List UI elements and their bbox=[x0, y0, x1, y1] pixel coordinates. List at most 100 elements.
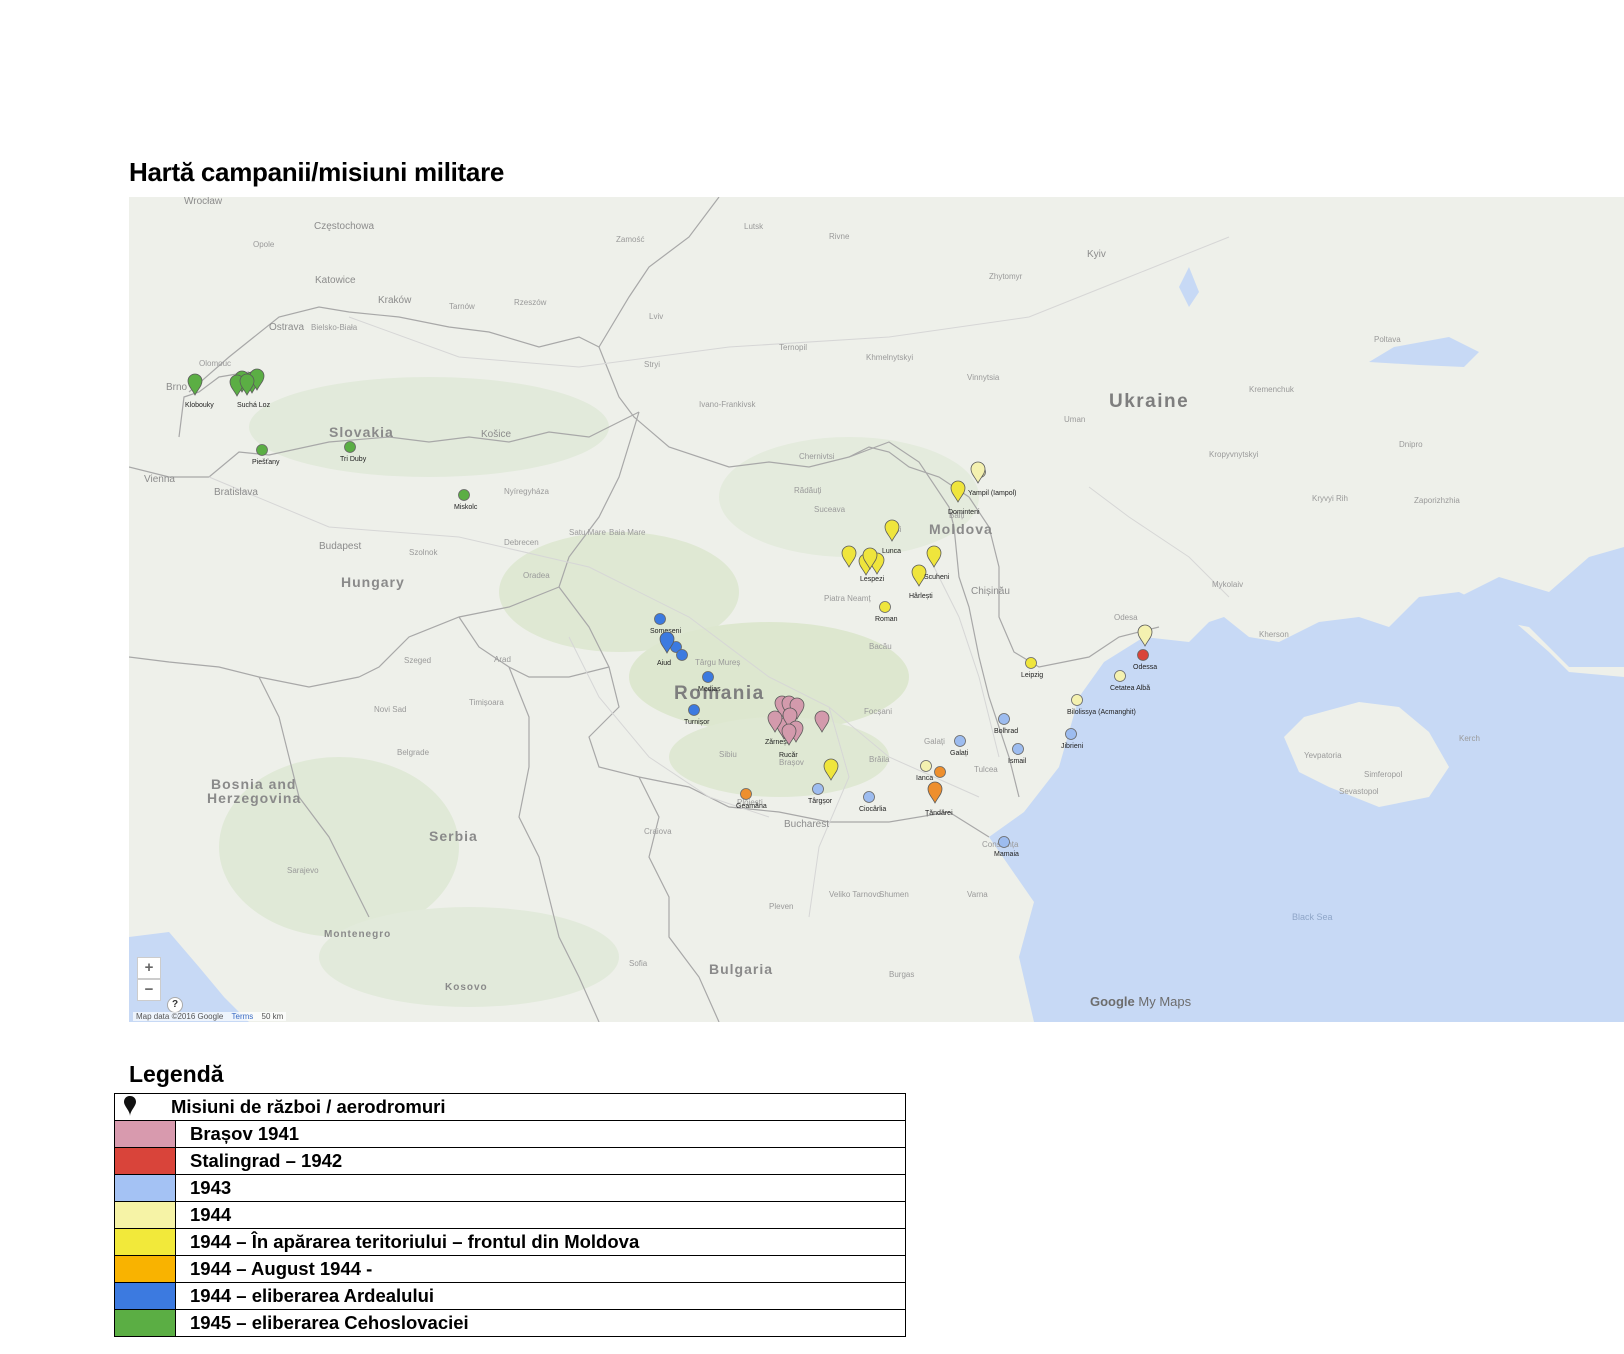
svg-text:Nyíregyháza: Nyíregyháza bbox=[504, 487, 549, 496]
pin-label: Bilolissya (Acmanghit) bbox=[1067, 709, 1136, 716]
svg-text:Ukraine: Ukraine bbox=[1109, 391, 1189, 412]
map-pin-icon bbox=[124, 1096, 136, 1116]
legend-label: 1943 bbox=[175, 1174, 906, 1202]
legend-swatch bbox=[114, 1309, 176, 1337]
map-pin-icon[interactable] bbox=[879, 601, 891, 613]
svg-text:Wrocław: Wrocław bbox=[184, 197, 223, 207]
legend-row: Brașov 1941 bbox=[114, 1120, 906, 1148]
legend-label: Stalingrad – 1942 bbox=[175, 1147, 906, 1175]
map-pin-icon[interactable] bbox=[1071, 694, 1083, 706]
map-pin-icon[interactable] bbox=[1012, 743, 1024, 755]
pin-label: Tri Duby bbox=[340, 456, 367, 463]
svg-text:Kerch: Kerch bbox=[1459, 734, 1480, 743]
pin-label: Mediaș bbox=[698, 686, 721, 693]
map-pin-icon[interactable] bbox=[863, 791, 875, 803]
terms-link[interactable]: Terms bbox=[232, 1012, 254, 1021]
map-pin-icon[interactable] bbox=[654, 613, 666, 625]
svg-text:Piatra Neamț: Piatra Neamț bbox=[824, 594, 871, 603]
svg-text:Sarajevo: Sarajevo bbox=[287, 866, 319, 875]
pin-label: Dominteni bbox=[948, 509, 980, 516]
svg-text:Simferopol: Simferopol bbox=[1364, 770, 1402, 779]
map-canvas[interactable]: Ukraine Slovakia Hungary Romania Moldova… bbox=[129, 197, 1624, 1022]
svg-text:Focșani: Focșani bbox=[864, 707, 892, 716]
map-pin-icon[interactable] bbox=[841, 545, 857, 568]
map-pin-icon[interactable] bbox=[676, 649, 688, 661]
svg-text:Sibiu: Sibiu bbox=[719, 750, 737, 759]
map-pin-icon[interactable] bbox=[688, 704, 700, 716]
svg-text:Olomouc: Olomouc bbox=[199, 359, 231, 368]
legend-row: 1943 bbox=[114, 1174, 906, 1202]
legend-label: Brașov 1941 bbox=[175, 1120, 906, 1148]
google-my-maps-logo: Google My Maps bbox=[1090, 994, 1191, 1009]
legend-label: 1944 – eliberarea Ardealului bbox=[175, 1282, 906, 1310]
legend-table: Misiuni de război / aerodromuri Brașov 1… bbox=[114, 1093, 906, 1337]
legend-swatch bbox=[114, 1255, 176, 1283]
svg-text:Bulgaria: Bulgaria bbox=[709, 961, 773, 977]
legend-label: 1944 bbox=[175, 1201, 906, 1229]
help-icon[interactable]: ? bbox=[167, 997, 183, 1013]
map-pin-icon[interactable] bbox=[998, 836, 1010, 848]
zoom-in-button[interactable]: + bbox=[137, 957, 161, 979]
map-pin-icon[interactable] bbox=[344, 441, 356, 453]
map-view[interactable]: Ukraine Slovakia Hungary Romania Moldova… bbox=[129, 197, 1624, 1022]
terrain-layer bbox=[219, 377, 979, 1007]
svg-text:Kropyvnytskyi: Kropyvnytskyi bbox=[1209, 450, 1259, 459]
map-pin-icon[interactable] bbox=[740, 788, 752, 800]
svg-text:Zaporizhzhia: Zaporizhzhia bbox=[1414, 496, 1460, 505]
svg-text:Lutsk: Lutsk bbox=[744, 222, 764, 231]
svg-text:Montenegro: Montenegro bbox=[324, 929, 391, 940]
pin-label: Suchá Loz bbox=[237, 402, 271, 409]
legend-row: 1944 bbox=[114, 1201, 906, 1229]
map-pin-icon[interactable] bbox=[702, 671, 714, 683]
pin-label: Cetatea Albă bbox=[1110, 685, 1150, 692]
legend-swatch bbox=[114, 1120, 176, 1148]
map-pin-icon[interactable] bbox=[934, 766, 946, 778]
svg-text:Satu Mare: Satu Mare bbox=[569, 528, 606, 537]
svg-text:Oradea: Oradea bbox=[523, 571, 550, 580]
svg-text:Suceava: Suceava bbox=[814, 505, 846, 514]
svg-text:Timișoara: Timișoara bbox=[469, 698, 504, 707]
svg-text:Košice: Košice bbox=[481, 429, 511, 440]
svg-text:Rivne: Rivne bbox=[829, 232, 850, 241]
svg-text:Shumen: Shumen bbox=[879, 890, 909, 899]
pin-label: Lunca bbox=[882, 548, 901, 555]
svg-text:Zhytomyr: Zhytomyr bbox=[989, 272, 1023, 281]
svg-text:Opole: Opole bbox=[253, 240, 275, 249]
map-pin-icon[interactable] bbox=[1114, 670, 1126, 682]
svg-text:Tarnów: Tarnów bbox=[449, 302, 475, 311]
legend-swatch bbox=[114, 1201, 176, 1229]
svg-text:Zamość: Zamość bbox=[616, 235, 644, 244]
pin-label: Leipzig bbox=[1021, 672, 1043, 679]
zoom-out-button[interactable]: − bbox=[137, 979, 161, 1001]
mymaps-wordmark: My Maps bbox=[1138, 994, 1192, 1009]
svg-text:Kremenchuk: Kremenchuk bbox=[1249, 385, 1295, 394]
legend-swatch bbox=[114, 1228, 176, 1256]
map-pin-icon[interactable] bbox=[256, 444, 268, 456]
pin-label: Turnișor bbox=[684, 719, 710, 726]
map-pin-icon[interactable] bbox=[926, 545, 942, 568]
legend-swatch bbox=[114, 1174, 176, 1202]
svg-text:Yevpatoria: Yevpatoria bbox=[1304, 751, 1342, 760]
legend-row: 1944 – eliberarea Ardealului bbox=[114, 1282, 906, 1310]
map-pin-icon[interactable] bbox=[927, 781, 943, 804]
map-pin-icon[interactable] bbox=[1025, 657, 1037, 669]
map-pin-icon[interactable] bbox=[812, 783, 824, 795]
map-pin-icon[interactable] bbox=[920, 760, 932, 772]
map-pin-icon[interactable] bbox=[458, 489, 470, 501]
svg-text:Târgu Mureș: Târgu Mureș bbox=[695, 658, 740, 667]
pin-label: Aiud bbox=[657, 660, 671, 667]
legend-header-cell: Misiuni de război / aerodromuri bbox=[114, 1093, 906, 1121]
legend-swatch bbox=[114, 1282, 176, 1310]
map-pin-icon[interactable] bbox=[1137, 649, 1149, 661]
svg-text:Debrecen: Debrecen bbox=[504, 538, 539, 547]
pin-label: Miskolc bbox=[454, 504, 478, 511]
map-pin-icon[interactable] bbox=[998, 713, 1010, 725]
svg-text:Brăila: Brăila bbox=[869, 755, 890, 764]
svg-text:Chernivtsi: Chernivtsi bbox=[799, 452, 835, 461]
page-title: Hartă campanii/misiuni militare bbox=[129, 157, 505, 187]
svg-text:Bacău: Bacău bbox=[869, 642, 892, 651]
map-pin-icon[interactable] bbox=[954, 735, 966, 747]
svg-text:Ivano-Frankivsk: Ivano-Frankivsk bbox=[699, 400, 756, 409]
map-pin-icon[interactable] bbox=[1065, 728, 1077, 740]
legend-row: Stalingrad – 1942 bbox=[114, 1147, 906, 1175]
